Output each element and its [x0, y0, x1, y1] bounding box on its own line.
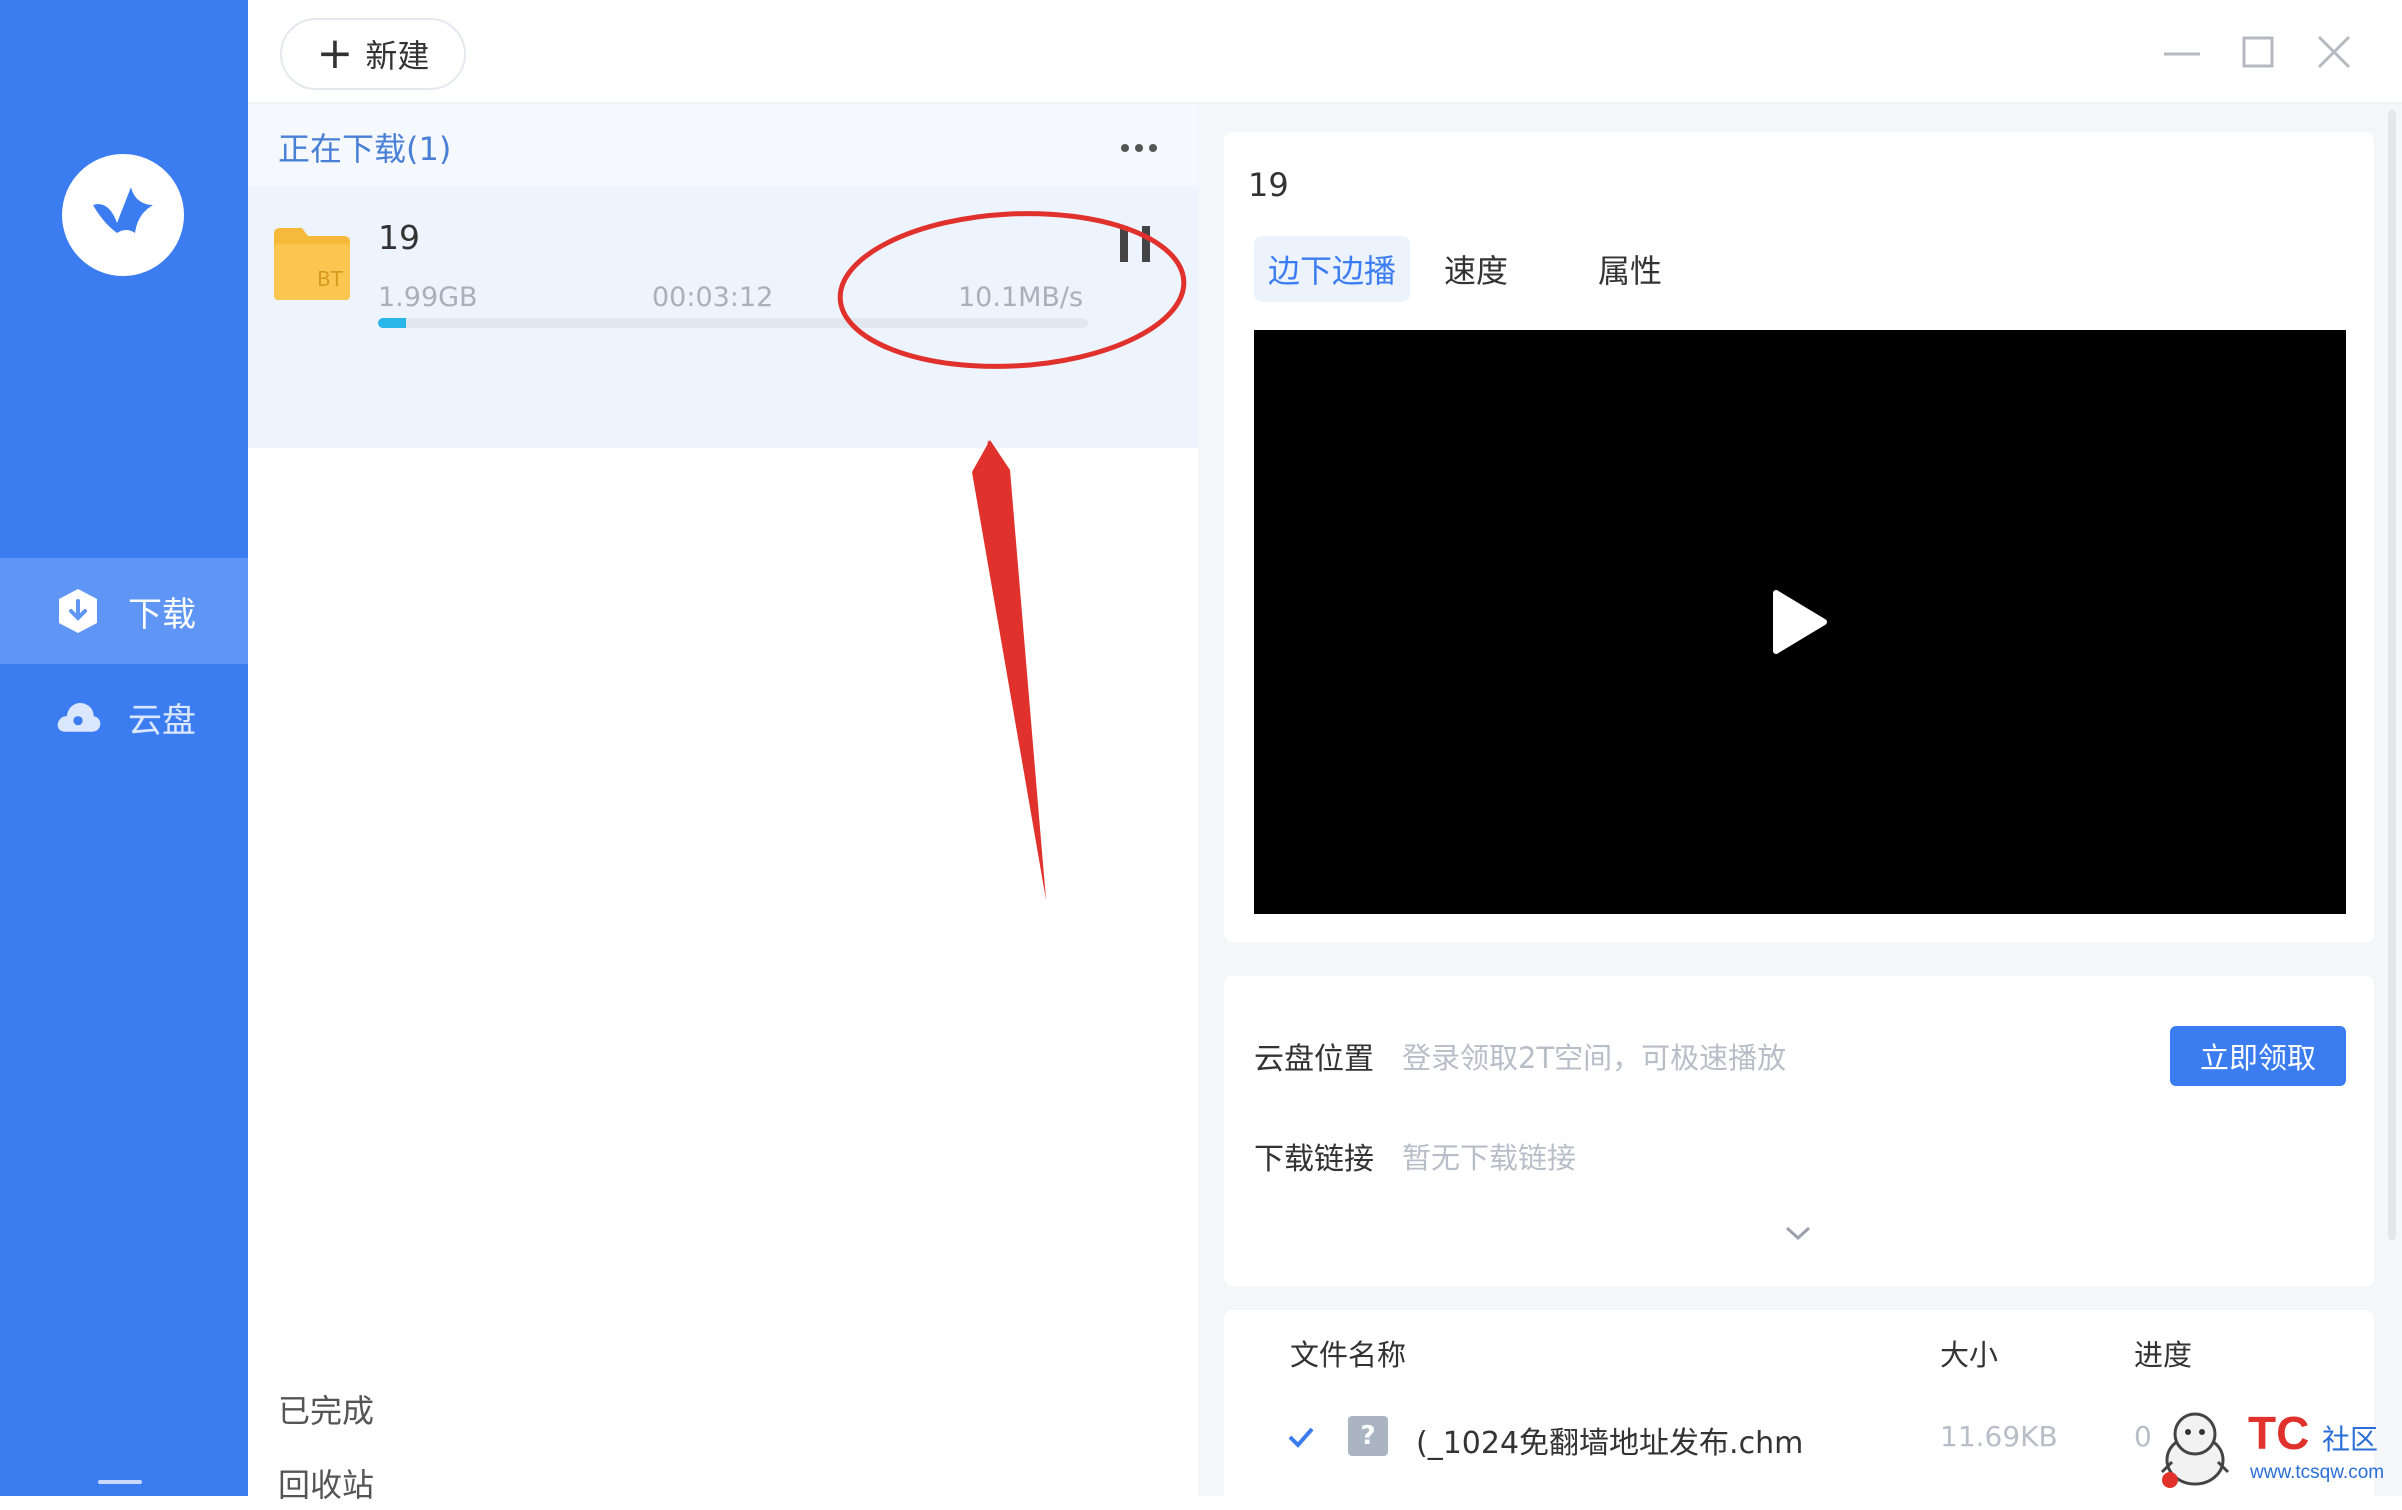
watermark-brand: TC — [2248, 1407, 2310, 1459]
new-task-button[interactable]: + 新建 — [280, 18, 466, 90]
file-size: 11.69KB — [1940, 1420, 2058, 1453]
column-header-file-name[interactable]: 文件名称 — [1290, 1332, 1406, 1374]
tab-properties[interactable]: 属性 — [1584, 236, 1676, 302]
section-title: 正在下载(1) — [278, 130, 452, 168]
mascot-icon — [2160, 1412, 2230, 1488]
detail-pane: 19 边下边播 速度 属性 云盘位置 登录领取2T空间，可极速播放 立即领取 下… — [1198, 104, 2402, 1510]
chevron-down-icon[interactable] — [1778, 1218, 1818, 1248]
sidebar-item-label: 下载 — [128, 594, 196, 635]
minimize-icon — [2164, 52, 2200, 56]
more-dots-icon[interactable] — [1114, 128, 1164, 168]
task-progress-fill — [378, 318, 407, 328]
download-link-value: 暂无下载链接 — [1402, 1141, 1577, 1175]
detail-scrollbar[interactable] — [2388, 110, 2396, 1240]
video-player[interactable] — [1254, 330, 2346, 914]
close-icon — [2317, 35, 2351, 69]
download-task-row[interactable]: BT 19 1.99GB 00:03:12 10.1MB/s — [248, 186, 1198, 448]
tab-label: 边下边播 — [1268, 252, 1397, 290]
tab-speed[interactable]: 速度 — [1430, 236, 1522, 302]
task-speed: 10.1MB/s — [958, 282, 1084, 313]
maximize-icon — [2242, 36, 2274, 68]
task-name: 19 — [378, 218, 420, 257]
close-window-button[interactable] — [2306, 24, 2362, 80]
new-task-label: 新建 — [365, 37, 430, 75]
watermark-url: www.tcsqw.com — [2250, 1462, 2385, 1483]
plus-icon: + — [316, 28, 354, 79]
task-progress-bar — [378, 318, 1088, 328]
svg-text:BT: BT — [317, 267, 344, 291]
watermark-sub: 社区 — [2322, 1423, 2379, 1456]
task-time-remaining: 00:03:12 — [652, 282, 774, 313]
column-header-size[interactable]: 大小 — [1940, 1332, 1998, 1374]
bt-folder-icon: BT — [274, 228, 350, 300]
claim-now-button[interactable]: 立即领取 — [2170, 1026, 2346, 1086]
bird-logo-icon — [93, 187, 153, 233]
app-logo — [62, 154, 184, 276]
play-icon[interactable] — [1770, 589, 1830, 655]
downloading-section-header: 正在下载(1) — [248, 104, 1198, 186]
cloud-location-label: 云盘位置 — [1254, 1042, 1374, 1077]
recycle-bin-nav-item[interactable]: 回收站 — [278, 1460, 374, 1506]
minimize-button[interactable] — [2154, 24, 2210, 80]
tab-label: 速度 — [1444, 252, 1509, 290]
top-toolbar: + 新建 — [248, 0, 2402, 104]
claim-now-label: 立即领取 — [2199, 1041, 2316, 1075]
download-link-label: 下载链接 — [1254, 1142, 1374, 1177]
tab-label: 属性 — [1598, 252, 1663, 290]
cloud-location-value: 登录领取2T空间，可极速播放 — [1402, 1041, 1787, 1075]
file-checkbox[interactable] — [1284, 1420, 1318, 1454]
sidebar-item-cloud[interactable]: 云盘 — [0, 664, 248, 770]
download-shield-icon — [54, 587, 102, 635]
site-watermark: TC 社区 www.tcsqw.com — [2150, 1396, 2400, 1496]
check-icon — [1288, 1427, 1314, 1448]
pause-icon[interactable] — [1120, 226, 1150, 262]
sidebar-divider — [98, 1480, 142, 1484]
completed-nav-item[interactable]: 已完成 — [278, 1386, 374, 1432]
detail-title: 19 — [1248, 166, 1289, 204]
cloud-icon — [54, 693, 102, 741]
download-list-pane: 正在下载(1) BT 19 1.99GB 00:03:12 10.1MB/s 已… — [248, 104, 1198, 1504]
file-name: (_1024免翻墙地址发布.chm — [1416, 1426, 1804, 1461]
task-size: 1.99GB — [378, 282, 478, 313]
column-header-progress[interactable]: 进度 — [2134, 1332, 2192, 1374]
unknown-file-icon: ? — [1348, 1416, 1388, 1456]
sidebar-item-label: 云盘 — [128, 700, 196, 741]
sidebar-item-download[interactable]: 下载 — [0, 558, 248, 664]
sidebar: 下载 云盘 — [0, 0, 248, 1496]
maximize-button[interactable] — [2230, 24, 2286, 80]
tab-stream-while-downloading[interactable]: 边下边播 — [1254, 236, 1411, 302]
